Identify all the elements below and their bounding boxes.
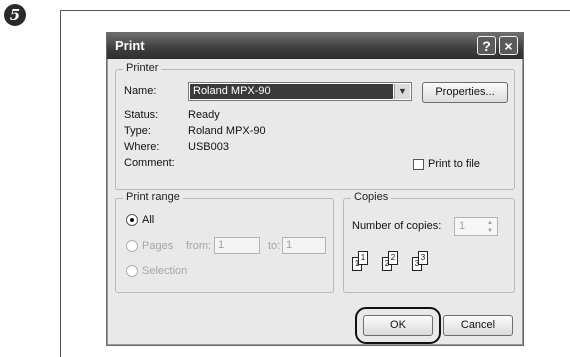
title-bar: Print ? × (107, 33, 523, 59)
printer-group: Printer Name: Roland MPX-90 ▼ Properties… (115, 62, 515, 190)
step-number-badge: 5 (4, 4, 26, 26)
frame-left-border (60, 10, 61, 357)
frame-top-border (60, 10, 570, 11)
print-range-group-label: Print range (123, 191, 183, 203)
type-value: Roland MPX-90 (188, 125, 266, 137)
print-dialog: Print ? × Printer Name: Roland MPX-90 ▼ … (106, 32, 524, 346)
print-to-file-checkbox[interactable] (413, 159, 424, 170)
close-button[interactable]: × (499, 36, 518, 55)
number-of-copies-label: Number of copies: (352, 220, 442, 232)
properties-button[interactable]: Properties... (422, 82, 508, 103)
pages-label: Pages (142, 240, 174, 252)
name-label: Name: (124, 85, 157, 97)
from-page-input[interactable]: 1 (214, 237, 260, 254)
spin-up-icon[interactable]: ▲ (484, 219, 496, 227)
comment-label: Comment: (124, 157, 175, 169)
radio-selected-dot (130, 218, 134, 222)
collate-page-icon: 1 (358, 251, 368, 265)
collate-page-icon: 2 (388, 251, 398, 265)
status-label: Status: (124, 109, 159, 121)
print-range-group: Print range All Pages from: 1 to: 1 Sele… (115, 191, 334, 293)
collate-pages-icon: 1 1 2 2 3 3 (352, 247, 462, 281)
dialog-title: Print (115, 38, 145, 53)
to-page-input[interactable]: 1 (282, 237, 326, 254)
copies-spinner[interactable]: 1 ▲ ▼ (454, 217, 498, 236)
where-value: USB003 (188, 141, 229, 153)
type-label: Type: (124, 125, 151, 137)
printer-name-value: Roland MPX-90 (190, 84, 393, 99)
all-radio[interactable] (126, 214, 138, 226)
cancel-button[interactable]: Cancel (443, 315, 513, 336)
copies-group-label: Copies (351, 191, 392, 203)
from-label: from: (186, 240, 212, 252)
selection-label: Selection (142, 265, 188, 277)
print-to-file-label: Print to file (428, 158, 480, 170)
chevron-down-icon[interactable]: ▼ (394, 84, 410, 99)
printer-name-select[interactable]: Roland MPX-90 ▼ (188, 82, 412, 101)
status-value: Ready (188, 109, 220, 121)
selection-radio[interactable] (126, 265, 138, 277)
all-label: All (142, 214, 155, 226)
copies-value: 1 (459, 220, 466, 232)
copies-group: Copies Number of copies: 1 ▲ ▼ 1 1 2 2 3… (343, 191, 515, 293)
to-label: to: (268, 240, 281, 252)
help-button[interactable]: ? (477, 36, 496, 55)
ok-button[interactable]: OK (363, 315, 433, 336)
printer-group-label: Printer (123, 62, 162, 74)
collate-page-icon: 3 (418, 251, 428, 265)
where-label: Where: (124, 141, 160, 153)
pages-radio[interactable] (126, 240, 138, 252)
spin-down-icon[interactable]: ▼ (484, 227, 496, 235)
